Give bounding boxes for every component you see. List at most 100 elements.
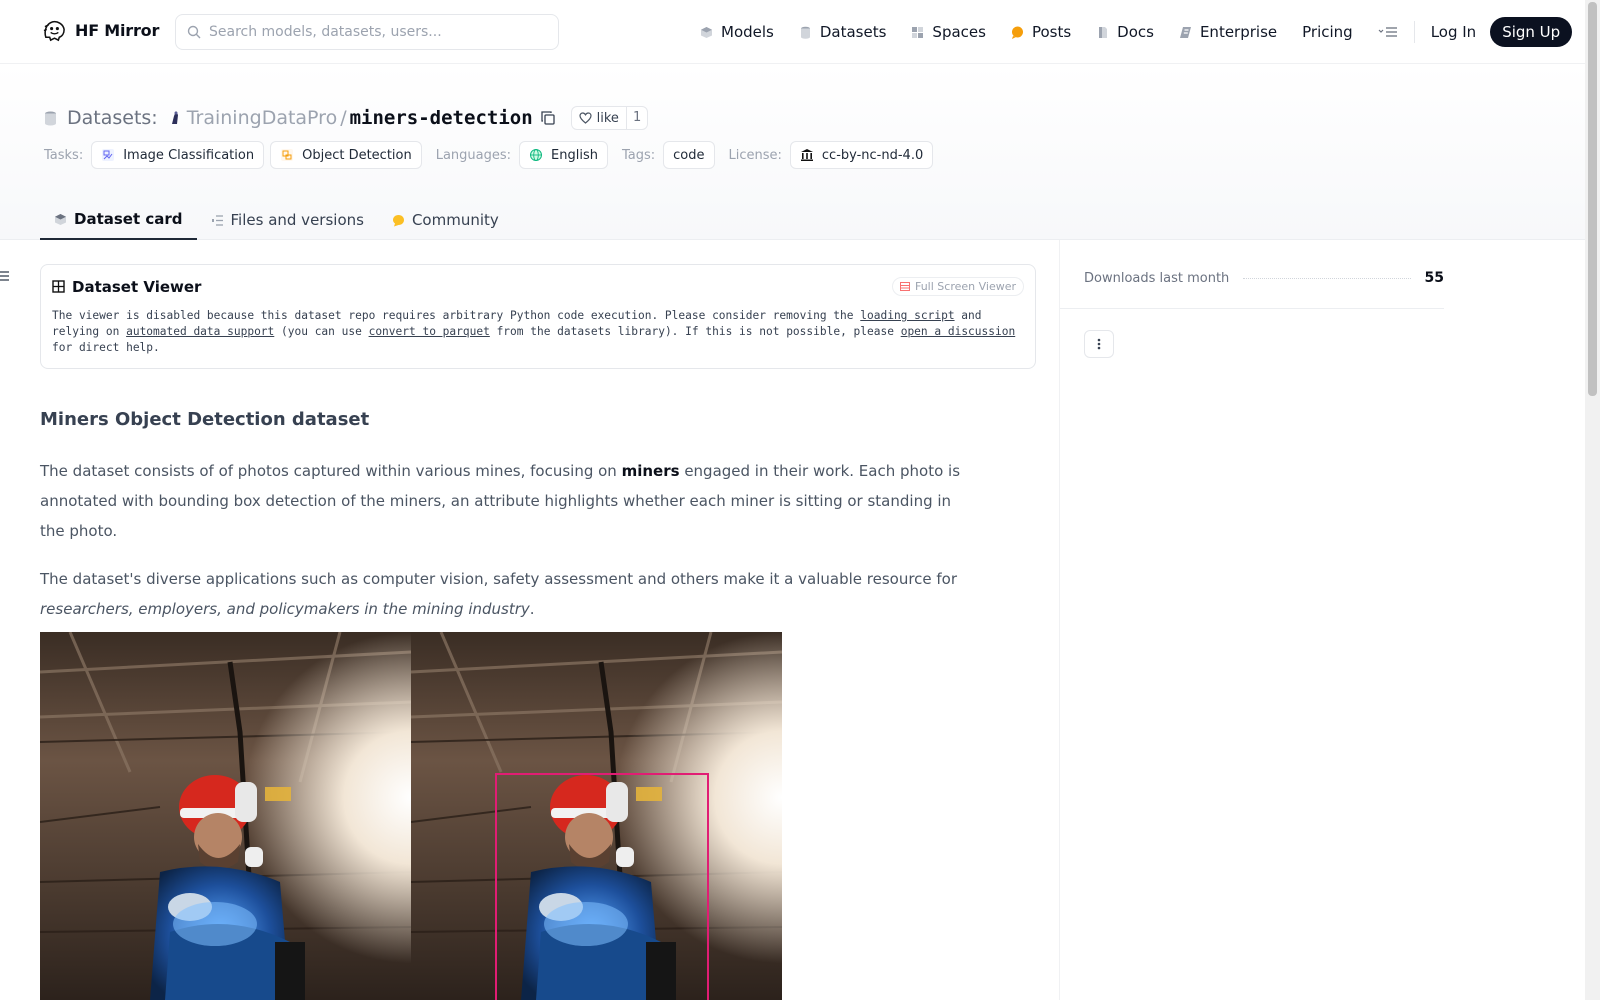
toc-toggle-icon[interactable] (0, 270, 10, 282)
nav-docs-link[interactable]: Docs (1096, 23, 1154, 41)
tag-code[interactable]: code (663, 141, 715, 169)
repo-tabs: Dataset card Files and versions Communit… (40, 200, 513, 240)
search-box[interactable] (175, 14, 559, 50)
nav-spaces-label: Spaces (932, 23, 986, 41)
license-building-icon (800, 149, 813, 161)
owner-avatar-icon (171, 111, 178, 124)
card-paragraph-2: The dataset's diverse applications such … (40, 564, 980, 624)
downloads-stat: Downloads last month 55 (1084, 268, 1444, 288)
miner-photo-bbox-image (411, 632, 782, 1000)
nav-posts-link[interactable]: Posts (1011, 23, 1071, 41)
like-button[interactable]: like 1 (570, 106, 649, 130)
nav-pricing-link[interactable]: Pricing (1302, 23, 1353, 41)
search-input[interactable] (209, 24, 539, 40)
docs-icon (1099, 26, 1108, 38)
tab-label: Files and versions (230, 211, 364, 229)
login-link[interactable]: Log In (1431, 23, 1477, 41)
vertical-dots-icon (1097, 338, 1101, 350)
viewer-title-text: Dataset Viewer (72, 277, 202, 296)
repo-tags-row: Tasks: Image Classification Object Detec… (44, 141, 939, 169)
full-screen-viewer-button[interactable]: Full Screen Viewer (891, 277, 1024, 296)
page-scrollbar[interactable] (1585, 0, 1600, 1000)
globe-icon (530, 149, 543, 161)
paragraph-text: The dataset consists of of photos captur… (40, 462, 622, 480)
nav-pricing-label: Pricing (1302, 23, 1353, 41)
miner-photo-image (40, 632, 411, 1000)
tag-license[interactable]: cc-by-nc-nd-4.0 (789, 141, 934, 169)
viewer-msg-text: The viewer is disabled because this data… (52, 309, 861, 322)
repo-name-link[interactable]: miners-detection (350, 107, 533, 129)
automated-data-support-link[interactable]: automated data support (126, 325, 274, 338)
downloads-count: 55 (1424, 270, 1444, 286)
tag-object-detection[interactable]: Object Detection (270, 141, 422, 169)
dotted-leader (1243, 277, 1411, 279)
search-icon (187, 25, 201, 39)
hf-logo-icon (43, 20, 65, 42)
card-section-title: Miners Object Detection dataset (40, 409, 370, 430)
database-icon (800, 26, 810, 39)
nav-links: Models Datasets Spaces Posts Docs Enterp… (700, 17, 1573, 47)
full-screen-viewer-label: Full Screen Viewer (914, 280, 1016, 293)
nav-enterprise-label: Enterprise (1199, 23, 1278, 41)
tab-dataset-card[interactable]: Dataset card (40, 200, 197, 240)
image-classification-icon (102, 149, 115, 161)
spaces-grid-icon (912, 26, 924, 38)
nav-datasets-label: Datasets (819, 23, 887, 41)
tag-label: Image Classification (123, 147, 255, 163)
card-paragraph-1: The dataset consists of of photos captur… (40, 456, 980, 546)
tag-english[interactable]: English (519, 141, 608, 169)
paragraph-italic-text: researchers, employers, and policymakers… (40, 600, 530, 618)
more-menu-icon[interactable] (1378, 25, 1398, 39)
tag-label: code (673, 147, 705, 163)
model-cube-icon (701, 26, 712, 38)
nav-models-link[interactable]: Models (700, 23, 774, 41)
object-detection-icon (281, 149, 294, 161)
nav-enterprise-link[interactable]: Enterprise (1179, 23, 1277, 41)
nav-divider (1413, 21, 1415, 43)
viewer-msg-text: for direct help. (52, 341, 160, 354)
tab-label: Dataset card (74, 210, 183, 228)
repo-owner-link[interactable]: TrainingDataPro (187, 107, 337, 129)
database-icon (45, 111, 56, 125)
open-discussion-link[interactable]: open a discussion (901, 325, 1016, 338)
paragraph-text: The dataset's diverse applications such … (40, 570, 958, 588)
files-icon (211, 214, 223, 226)
sample-photo-annotated (411, 632, 782, 1000)
repo-type-label[interactable]: Datasets: (67, 107, 158, 129)
loading-script-link[interactable]: loading script (860, 309, 954, 322)
paragraph-bold-text: miners (621, 462, 680, 480)
tab-community[interactable]: Community (378, 200, 513, 240)
tasks-label: Tasks: (44, 147, 84, 163)
tab-files-and-versions[interactable]: Files and versions (197, 200, 378, 240)
like-toggle[interactable]: like (572, 111, 626, 126)
like-count[interactable]: 1 (625, 106, 647, 130)
viewer-msg-text: (you can use (274, 325, 369, 338)
dataset-card-icon (55, 213, 66, 225)
tag-image-classification[interactable]: Image Classification (91, 141, 265, 169)
license-label: License: (728, 147, 782, 163)
brand-link[interactable]: HF Mirror (42, 18, 159, 43)
languages-label: Languages: (435, 147, 512, 163)
viewer-msg-text: from the datasets library). If this is n… (489, 325, 901, 338)
nav-datasets-link[interactable]: Datasets (799, 23, 887, 41)
more-options-button[interactable] (1084, 330, 1114, 358)
dataset-viewer-panel: Dataset Viewer Full Screen Viewer The vi… (40, 264, 1036, 369)
posts-bubble-icon (1011, 26, 1023, 39)
copy-icon[interactable] (540, 111, 555, 125)
viewer-title: Dataset Viewer (52, 278, 201, 296)
nav-spaces-link[interactable]: Spaces (911, 23, 986, 41)
tab-label: Community (411, 211, 499, 229)
scrollbar-thumb[interactable] (1588, 2, 1597, 396)
tags-label: Tags: (621, 147, 656, 163)
repo-title-row: Datasets: TrainingDataPro / miners-detec… (44, 104, 649, 132)
tag-label: Object Detection (302, 147, 412, 163)
nav-docs-label: Docs (1117, 23, 1154, 41)
tag-label: cc-by-nc-nd-4.0 (821, 147, 924, 163)
signup-button[interactable]: Sign Up (1490, 17, 1573, 47)
path-separator: / (340, 107, 347, 129)
nav-models-label: Models (721, 23, 774, 41)
column-divider (1059, 240, 1060, 1000)
heart-icon (579, 112, 592, 124)
enterprise-icon (1179, 26, 1191, 38)
convert-to-parquet-link[interactable]: convert to parquet (369, 325, 490, 338)
